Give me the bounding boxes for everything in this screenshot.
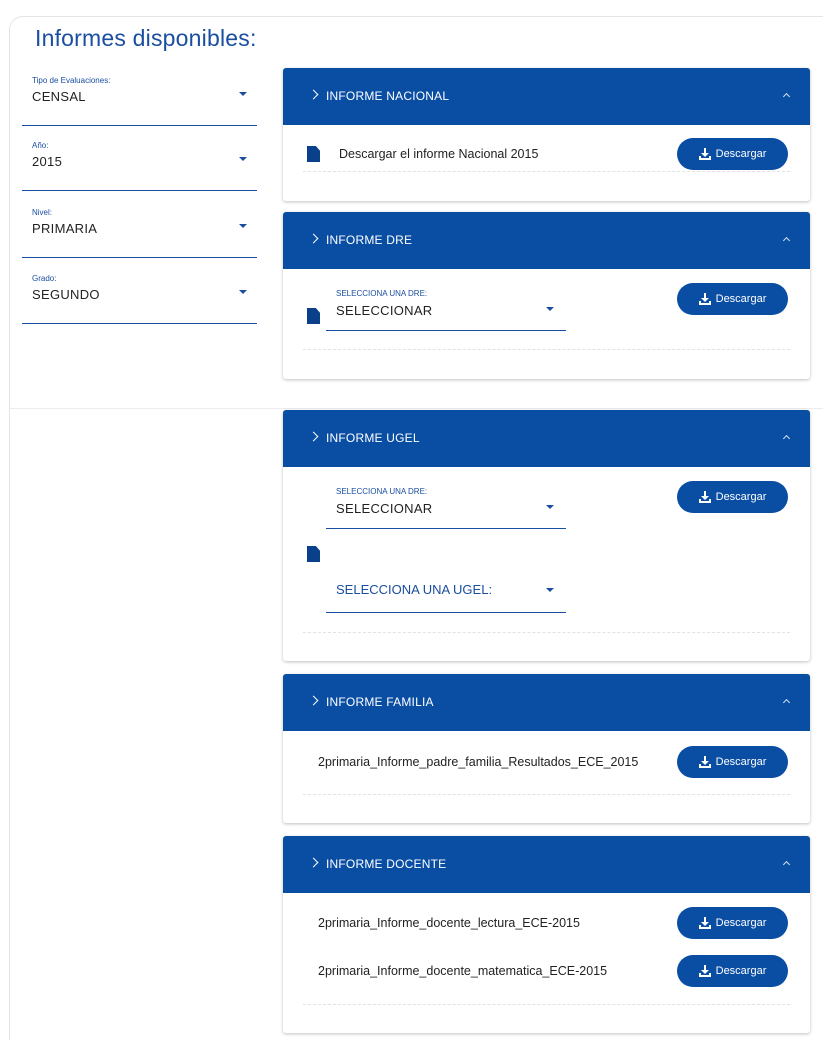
download-button[interactable]: Descargar — [677, 955, 788, 987]
panel-title: INFORME NACIONAL — [326, 89, 450, 103]
panel-informe-familia: INFORME FAMILIA 2primaria_Informe_padre_… — [283, 674, 810, 823]
file-name: 2primaria_Informe_docente_lectura_ECE-20… — [318, 916, 580, 930]
select-label: SELECCIONA UNA DRE: — [336, 487, 428, 496]
page-title: Informes disponibles: — [35, 25, 257, 51]
divider — [303, 1004, 790, 1005]
document-icon — [307, 308, 320, 324]
panel-header[interactable]: INFORME DOCENTE — [283, 836, 810, 893]
chevron-right-icon — [308, 89, 319, 100]
caret-down-icon — [546, 588, 554, 592]
section-divider — [10, 408, 823, 409]
download-icon — [698, 491, 711, 503]
caret-down-icon — [239, 92, 247, 96]
download-label: Descargar — [715, 491, 767, 503]
download-button[interactable]: Descargar — [677, 283, 788, 315]
caret-down-icon — [239, 157, 247, 161]
filter-nivel[interactable]: Nivel: PRIMARIA — [22, 208, 257, 258]
download-label: Descargar — [715, 965, 767, 977]
divider — [303, 171, 790, 172]
chevron-right-icon — [308, 857, 319, 868]
report-description: Descargar el informe Nacional 2015 — [339, 147, 539, 161]
chevron-right-icon — [308, 695, 319, 706]
panel-header[interactable]: INFORME UGEL — [283, 410, 810, 467]
panel-informe-nacional: INFORME NACIONAL Descargar el informe Na… — [283, 68, 810, 201]
download-icon — [698, 293, 711, 305]
select-label: SELECCIONA UNA DRE: — [336, 289, 428, 298]
file-name: 2primaria_Informe_docente_matematica_ECE… — [318, 964, 608, 978]
caret-down-icon — [239, 290, 247, 294]
filter-tipo-evaluacion[interactable]: Tipo de Evaluaciones: CENSAL — [22, 76, 257, 126]
download-icon — [698, 148, 711, 160]
divider — [303, 632, 790, 633]
panel-header[interactable]: INFORME NACIONAL — [283, 68, 810, 125]
select-value: SELECCIONAR — [336, 501, 433, 516]
filter-value: SEGUNDO — [32, 287, 100, 302]
filter-value: CENSAL — [32, 89, 86, 104]
download-button[interactable]: Descargar — [677, 138, 788, 170]
download-label: Descargar — [715, 917, 767, 929]
panel-informe-docente: INFORME DOCENTE 2primaria_Informe_docent… — [283, 836, 810, 1033]
download-icon — [698, 917, 711, 929]
dre-select[interactable]: SELECCIONA UNA DRE: SELECCIONAR — [326, 482, 566, 529]
download-button[interactable]: Descargar — [677, 481, 788, 513]
caret-down-icon — [546, 505, 554, 509]
caret-down-icon — [546, 307, 554, 311]
chevron-right-icon — [308, 233, 319, 244]
filter-label: Nivel: — [32, 208, 53, 217]
download-label: Descargar — [715, 148, 767, 160]
ugel-select[interactable]: SELECCIONA UNA UGEL: — [326, 567, 566, 613]
download-icon — [698, 756, 711, 768]
filter-value: PRIMARIA — [32, 221, 98, 236]
panel-title: INFORME FAMILIA — [326, 695, 434, 709]
chevron-right-icon — [308, 431, 319, 442]
panel-title: INFORME DRE — [326, 233, 413, 247]
download-label: Descargar — [715, 293, 767, 305]
divider — [303, 794, 790, 795]
panel-header[interactable]: INFORME DRE — [283, 212, 810, 269]
filter-grado[interactable]: Grado: SEGUNDO — [22, 274, 257, 324]
chevron-up-icon[interactable] — [782, 860, 791, 869]
download-icon — [698, 965, 711, 977]
download-label: Descargar — [715, 756, 767, 768]
divider — [303, 349, 790, 350]
dre-select[interactable]: SELECCIONA UNA DRE: SELECCIONAR — [326, 284, 566, 331]
chevron-up-icon[interactable] — [782, 92, 791, 101]
chevron-up-icon[interactable] — [782, 434, 791, 443]
panel-title: INFORME DOCENTE — [326, 857, 447, 871]
panel-header[interactable]: INFORME FAMILIA — [283, 674, 810, 731]
select-placeholder: SELECCIONA UNA UGEL: — [336, 582, 493, 597]
file-name: 2primaria_Informe_padre_familia_Resultad… — [318, 755, 639, 769]
filter-label: Grado: — [32, 274, 57, 283]
chevron-up-icon[interactable] — [782, 236, 791, 245]
document-icon — [307, 546, 320, 562]
filter-anio[interactable]: Año: 2015 — [22, 141, 257, 191]
caret-down-icon — [239, 224, 247, 228]
filter-label: Año: — [32, 141, 49, 150]
filter-value: 2015 — [32, 154, 63, 169]
panel-informe-ugel: INFORME UGEL SELECCIONA UNA DRE: SELECCI… — [283, 410, 810, 661]
filter-label: Tipo de Evaluaciones: — [32, 76, 111, 85]
document-icon — [307, 146, 320, 162]
chevron-up-icon[interactable] — [782, 698, 791, 707]
panel-informe-dre: INFORME DRE SELECCIONA UNA DRE: SELECCIO… — [283, 212, 810, 379]
select-value: SELECCIONAR — [336, 303, 433, 318]
download-button[interactable]: Descargar — [677, 907, 788, 939]
panel-title: INFORME UGEL — [326, 431, 420, 445]
download-button[interactable]: Descargar — [677, 746, 788, 778]
